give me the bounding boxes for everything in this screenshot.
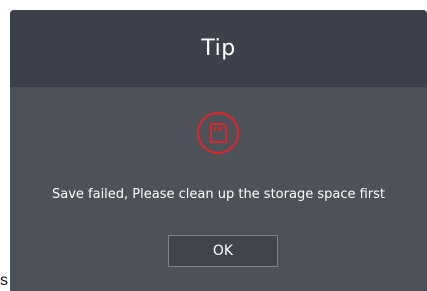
- ok-button[interactable]: OK: [168, 235, 278, 267]
- screen: s Tip Save failed, Please clean up the s…: [0, 0, 427, 291]
- dialog-title: Tip: [201, 36, 236, 61]
- storage-card-error-icon: [196, 111, 240, 155]
- tip-dialog: Tip Save failed, Please clean up the sto…: [10, 10, 427, 291]
- dialog-header: Tip: [10, 10, 427, 87]
- error-message: Save failed, Please clean up the storage…: [51, 187, 386, 202]
